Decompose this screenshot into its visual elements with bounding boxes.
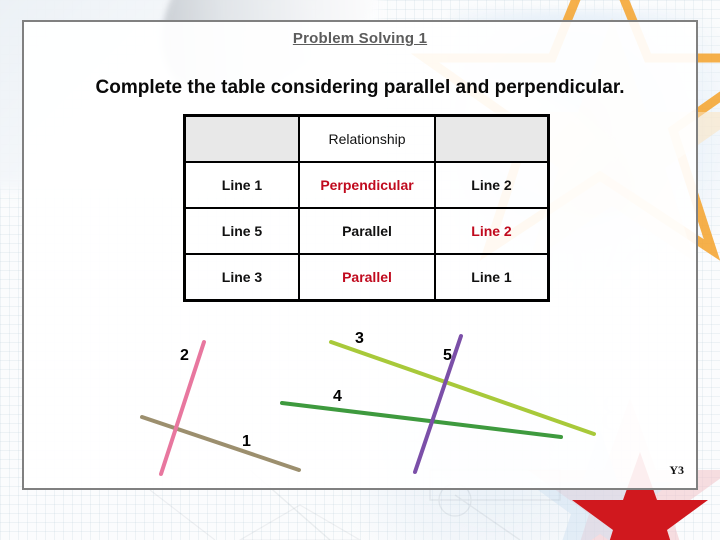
line-label-1: 1	[242, 433, 251, 450]
line-label-4: 4	[333, 388, 342, 405]
line-label-5: 5	[443, 347, 452, 364]
line-label-2: 2	[180, 347, 189, 364]
diagram-labels: 1 2 3 4 5	[180, 330, 452, 450]
slide-canvas: Problem Solving 1 Complete the table con…	[22, 20, 698, 490]
line-5	[413, 334, 463, 474]
slide-corner-code: Y3	[669, 463, 684, 477]
lines-diagram: 1 2 3 4 5	[140, 330, 596, 476]
line-label-3: 3	[355, 330, 364, 347]
diagram-lines	[140, 334, 596, 476]
line-3	[329, 340, 596, 436]
